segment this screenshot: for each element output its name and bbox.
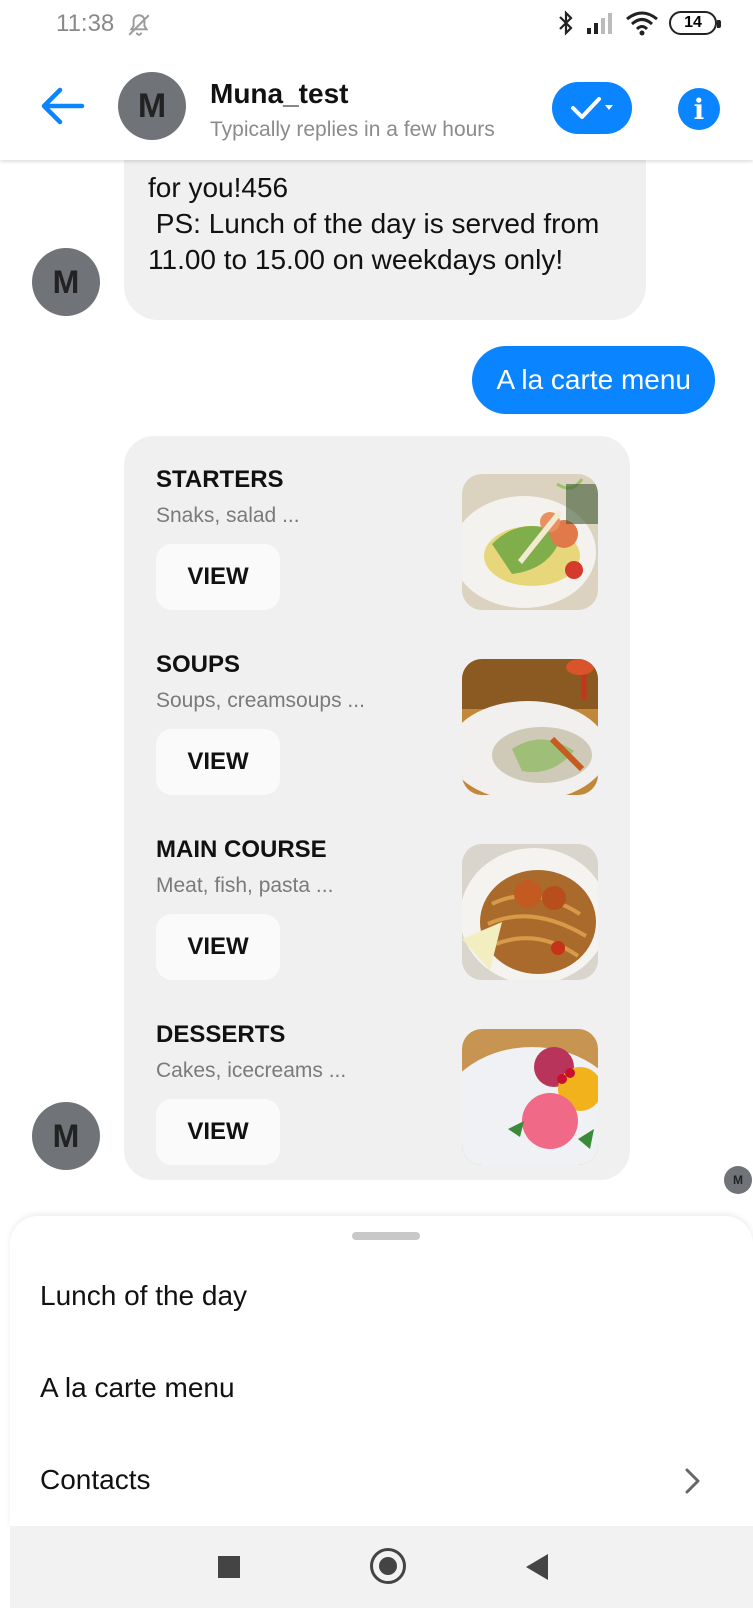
home-icon[interactable]	[370, 1548, 406, 1584]
view-button[interactable]: VIEW	[156, 729, 280, 795]
main-course-image[interactable]	[462, 844, 598, 980]
desserts-image[interactable]	[462, 1029, 598, 1165]
page-title[interactable]: Muna_test	[210, 78, 348, 110]
check-dropdown-button[interactable]	[552, 82, 632, 134]
list-item: DESSERTS Cakes, icecreams ... VIEW	[124, 991, 630, 1176]
avatar-letter: M	[137, 86, 167, 125]
avatar-letter: M	[52, 263, 80, 300]
quick-reply-lunch-of-the-day[interactable]: Lunch of the day	[40, 1280, 247, 1312]
recent-apps-icon[interactable]	[218, 1556, 240, 1578]
read-receipt-avatar: M	[724, 1166, 752, 1194]
page-subtitle: Typically replies in a few hours	[210, 118, 495, 141]
outgoing-message-text: A la carte menu	[496, 364, 691, 395]
status-bar: 11:38 14	[0, 0, 753, 48]
menu-item-subtitle: Snaks, salad ...	[156, 504, 300, 527]
quick-replies-sheet: Lunch of the day A la carte menu Contact…	[10, 1216, 753, 1526]
menu-item-title: DESSERTS	[156, 1021, 286, 1048]
chat-area[interactable]: for you!456 PS: Lunch of the day is serv…	[0, 160, 753, 1210]
status-time: 11:38	[56, 10, 115, 37]
avatar[interactable]: M	[32, 1102, 100, 1170]
menu-list-card: STARTERS Snaks, salad ... VIEW SOUPS Sou…	[124, 436, 630, 1180]
incoming-message-text: for you!456 PS: Lunch of the day is serv…	[148, 172, 600, 275]
menu-item-title: SOUPS	[156, 651, 241, 678]
bluetooth-icon	[559, 10, 573, 36]
view-button[interactable]: VIEW	[156, 914, 280, 980]
info-icon[interactable]: i	[678, 88, 720, 130]
incoming-message: for you!456 PS: Lunch of the day is serv…	[124, 160, 646, 320]
starters-image[interactable]	[462, 474, 598, 610]
battery-icon: 14	[669, 11, 721, 35]
avatar[interactable]: M	[32, 248, 100, 316]
view-button[interactable]: VIEW	[156, 1099, 280, 1165]
list-item: STARTERS Snaks, salad ... VIEW	[124, 436, 630, 621]
menu-item-subtitle: Soups, creamsoups ...	[156, 689, 365, 712]
menu-item-title: MAIN COURSE	[156, 836, 327, 863]
quick-reply-a-la-carte-menu[interactable]: A la carte menu	[40, 1372, 235, 1404]
menu-item-subtitle: Cakes, icecreams ...	[156, 1059, 347, 1082]
quick-reply-contacts[interactable]: Contacts	[40, 1464, 151, 1496]
list-item: SOUPS Soups, creamsoups ... VIEW	[124, 621, 630, 806]
outgoing-message: A la carte menu	[472, 346, 715, 414]
chevron-right-icon[interactable]	[683, 1466, 703, 1496]
soups-image[interactable]	[462, 659, 598, 795]
drag-handle[interactable]	[352, 1232, 420, 1240]
menu-item-subtitle: Meat, fish, pasta ...	[156, 874, 334, 897]
back-arrow-icon[interactable]	[38, 86, 86, 126]
avatar-letter: M	[52, 1117, 80, 1154]
wifi-icon	[626, 11, 658, 36]
back-icon[interactable]	[526, 1554, 548, 1580]
view-button[interactable]: VIEW	[156, 544, 280, 610]
read-receipt-letter: M	[733, 1173, 743, 1187]
check-dropdown-icon	[571, 97, 613, 119]
list-item: MAIN COURSE Meat, fish, pasta ... VIEW	[124, 806, 630, 991]
mute-icon	[128, 14, 150, 36]
chat-header: M Muna_test Typically replies in a few h…	[0, 48, 753, 160]
status-icons: 14	[557, 10, 721, 36]
menu-item-title: STARTERS	[156, 466, 284, 493]
system-navigation-bar	[10, 1526, 753, 1608]
battery-level: 14	[684, 14, 702, 31]
signal-icon	[587, 13, 612, 34]
avatar[interactable]: M	[118, 72, 186, 140]
